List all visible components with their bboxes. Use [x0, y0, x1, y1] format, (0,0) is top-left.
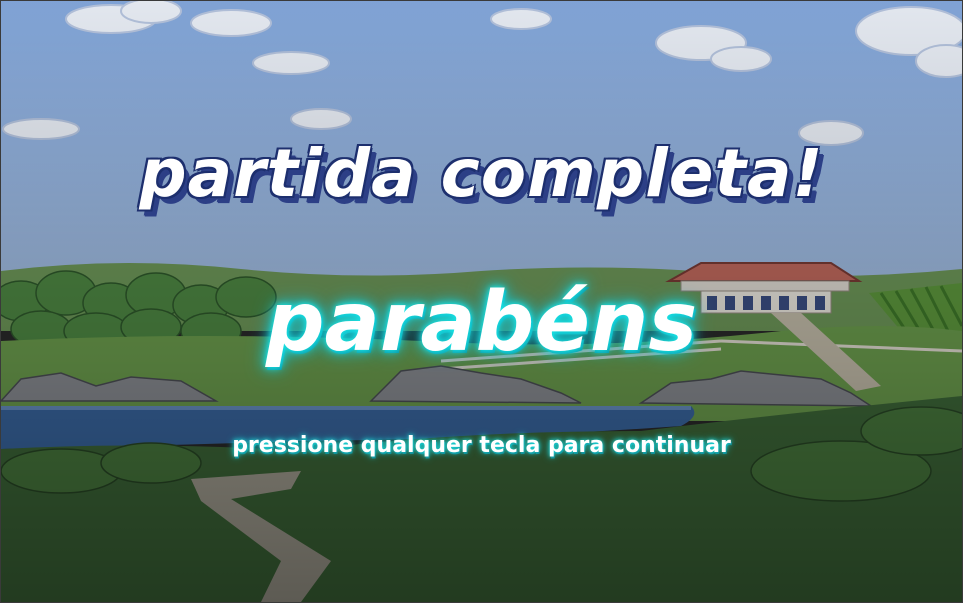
game-screen[interactable]: partida completa! parabéns pressione qua… — [0, 0, 963, 603]
congratulations-text: parabéns — [265, 275, 698, 370]
continue-prompt: pressione qualquer tecla para continuar — [232, 433, 731, 458]
game-complete-title: partida completa! — [139, 135, 824, 212]
